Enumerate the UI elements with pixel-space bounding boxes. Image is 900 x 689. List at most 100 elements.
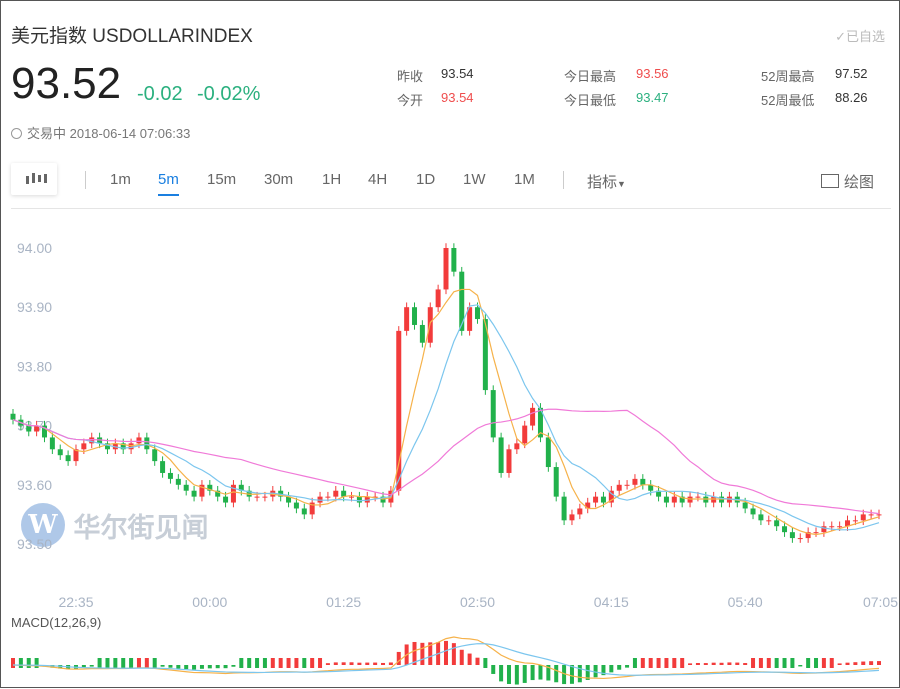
macd-bar: [357, 662, 362, 665]
macd-bar: [451, 643, 456, 665]
macd-bar: [680, 658, 685, 668]
macd-bar: [483, 658, 488, 668]
candle-up: [81, 443, 87, 450]
candle-down: [167, 472, 173, 479]
macd-bar: [806, 658, 811, 668]
candle-down: [459, 271, 465, 331]
candle-down: [789, 532, 795, 539]
macd-bar: [89, 665, 94, 667]
candle-up: [262, 496, 268, 498]
macd-bar: [262, 658, 267, 668]
candle-down: [160, 461, 166, 473]
macd-bar: [853, 662, 858, 665]
macd-bar: [381, 662, 386, 665]
macd-bar: [554, 665, 559, 683]
macd-bar: [648, 658, 653, 668]
candle-down: [49, 437, 55, 450]
macd-bar: [199, 665, 204, 669]
macd-bar: [294, 658, 299, 668]
candle-up: [522, 425, 528, 444]
macd-bar: [743, 663, 748, 665]
macd-bar: [491, 665, 496, 674]
macd-bar: [530, 665, 535, 681]
macd-bar: [617, 665, 622, 670]
candle-up: [813, 532, 819, 534]
macd-label: MACD(12,26,9): [11, 615, 102, 630]
macd-bar: [310, 658, 315, 668]
macd-bar: [625, 665, 630, 668]
candle-down: [10, 413, 16, 420]
candle-down: [451, 248, 457, 272]
macd-bar: [735, 662, 740, 665]
candle-up: [671, 496, 677, 503]
macd-bar: [18, 658, 23, 668]
macd-bar: [774, 658, 779, 668]
macd-bar: [420, 642, 425, 665]
macd-bar: [672, 658, 677, 668]
macd-bar: [829, 658, 834, 668]
candle-down: [412, 307, 418, 325]
x-tick-label: 05:40: [728, 594, 763, 610]
macd-bar: [514, 665, 519, 685]
candle-down: [774, 520, 780, 527]
candle-down: [474, 307, 480, 320]
candle-up: [860, 514, 866, 521]
candle-up: [593, 496, 599, 503]
x-tick-label: 00:00: [192, 594, 227, 610]
candle-down: [183, 484, 189, 491]
y-tick-label: 93.80: [17, 358, 52, 374]
macd-bar: [136, 658, 141, 668]
x-tick-label: 22:35: [58, 594, 93, 610]
candle-down: [490, 390, 496, 438]
candle-up: [325, 496, 331, 498]
macd-bar: [640, 658, 645, 668]
macd-bar: [34, 658, 39, 668]
candle-down: [561, 496, 567, 521]
candle-up: [530, 407, 536, 426]
macd-bar: [231, 665, 236, 667]
macd-bar: [192, 665, 197, 670]
candle-down: [663, 496, 669, 503]
macd-bar: [538, 665, 543, 680]
candle-up: [333, 490, 339, 497]
macd-bar: [215, 665, 220, 669]
candlestick-chart[interactable]: 94.0093.9093.8093.7093.6093.5022:3500:00…: [1, 1, 900, 689]
candle-down: [640, 478, 646, 485]
macd-bar: [459, 649, 464, 665]
y-tick-label: 94.00: [17, 240, 52, 256]
macd-bar: [247, 658, 252, 668]
macd-bar: [207, 665, 212, 669]
macd-bar: [11, 658, 15, 668]
macd-bar: [695, 662, 700, 665]
macd-bar: [877, 661, 881, 665]
macd-bar: [821, 658, 826, 668]
macd-bar: [688, 663, 693, 665]
candle-down: [293, 502, 299, 509]
macd-bar: [168, 665, 173, 668]
macd-bar: [814, 658, 819, 668]
candle-up: [695, 496, 701, 498]
candle-up: [876, 514, 882, 516]
candle-down: [57, 449, 63, 456]
candle-down: [750, 508, 756, 515]
macd-bar: [499, 665, 504, 682]
candle-down: [758, 514, 764, 521]
candle-down: [553, 467, 559, 497]
candle-down: [356, 496, 362, 503]
candle-up: [577, 508, 583, 515]
macd-bar: [845, 662, 850, 665]
ma5-line: [12, 288, 880, 536]
macd-bar: [467, 653, 472, 665]
candle-up: [632, 478, 638, 485]
macd-bar: [751, 658, 756, 668]
candle-down: [600, 496, 606, 503]
candle-down: [419, 324, 425, 343]
macd-bar: [286, 658, 291, 668]
candle-down: [742, 502, 748, 509]
macd-bar: [861, 661, 866, 665]
candle-up: [254, 496, 260, 498]
candle-up: [136, 437, 142, 444]
y-tick-label: 93.90: [17, 299, 52, 315]
macd-bar: [837, 663, 842, 665]
x-tick-label: 01:25: [326, 594, 361, 610]
